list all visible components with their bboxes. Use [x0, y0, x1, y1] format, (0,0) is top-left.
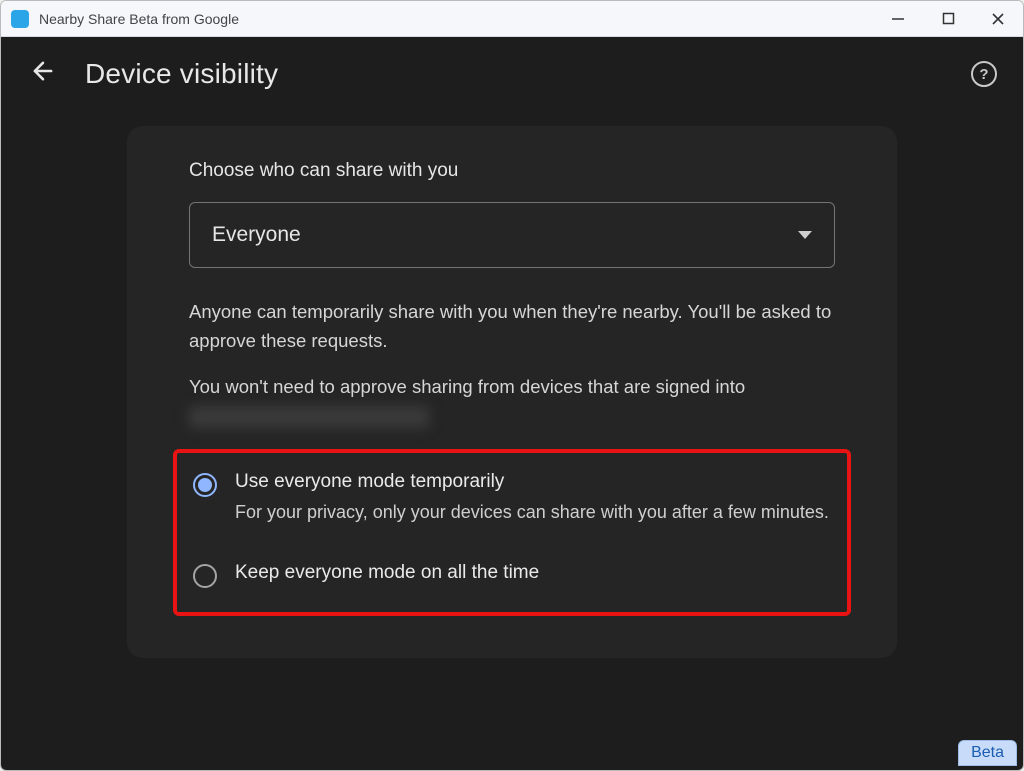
radio-option-always[interactable]: Keep everyone mode on all the time: [189, 558, 835, 594]
close-button[interactable]: [973, 1, 1023, 36]
section-label: Choose who can share with you: [189, 160, 835, 182]
info-text-2-prefix: You won't need to approve sharing from d…: [189, 376, 745, 397]
back-button[interactable]: [29, 57, 57, 90]
radio-content: Keep everyone mode on all the time: [235, 562, 831, 590]
minimize-icon: [891, 12, 905, 26]
radio-content: Use everyone mode temporarily For your p…: [235, 471, 831, 526]
radio-button[interactable]: [193, 564, 217, 588]
radio-button[interactable]: [193, 473, 217, 497]
app-window: Nearby Share Beta from Google Device vis…: [0, 0, 1024, 771]
beta-badge: Beta: [958, 740, 1017, 766]
back-arrow-icon: [29, 57, 57, 85]
radio-title: Keep everyone mode on all the time: [235, 562, 831, 584]
chevron-down-icon: [798, 231, 812, 239]
page-title: Device visibility: [85, 58, 278, 90]
info-text-2: You won't need to approve sharing from d…: [189, 373, 835, 430]
help-button[interactable]: ?: [971, 61, 997, 87]
visibility-dropdown[interactable]: Everyone: [189, 202, 835, 268]
window-controls: [873, 1, 1023, 36]
radio-desc: For your privacy, only your devices can …: [235, 499, 831, 526]
info-text-1: Anyone can temporarily share with you wh…: [189, 298, 835, 355]
header-row: Device visibility ?: [1, 37, 1023, 108]
radio-option-temporary[interactable]: Use everyone mode temporarily For your p…: [189, 467, 835, 530]
close-icon: [991, 12, 1005, 26]
help-icon: ?: [979, 66, 988, 83]
maximize-icon: [942, 12, 955, 25]
minimize-button[interactable]: [873, 1, 923, 36]
dropdown-selected: Everyone: [212, 223, 798, 247]
radio-group-highlight: Use everyone mode temporarily For your p…: [173, 449, 851, 616]
radio-title: Use everyone mode temporarily: [235, 471, 831, 493]
card-inner: Choose who can share with you Everyone A…: [127, 160, 897, 616]
app-icon: [11, 10, 29, 28]
maximize-button[interactable]: [923, 1, 973, 36]
titlebar: Nearby Share Beta from Google: [1, 1, 1023, 37]
account-email-redacted: [189, 406, 429, 428]
settings-card: Choose who can share with you Everyone A…: [127, 126, 897, 658]
window-title: Nearby Share Beta from Google: [39, 11, 873, 27]
app-body: Device visibility ? Choose who can share…: [1, 37, 1023, 770]
